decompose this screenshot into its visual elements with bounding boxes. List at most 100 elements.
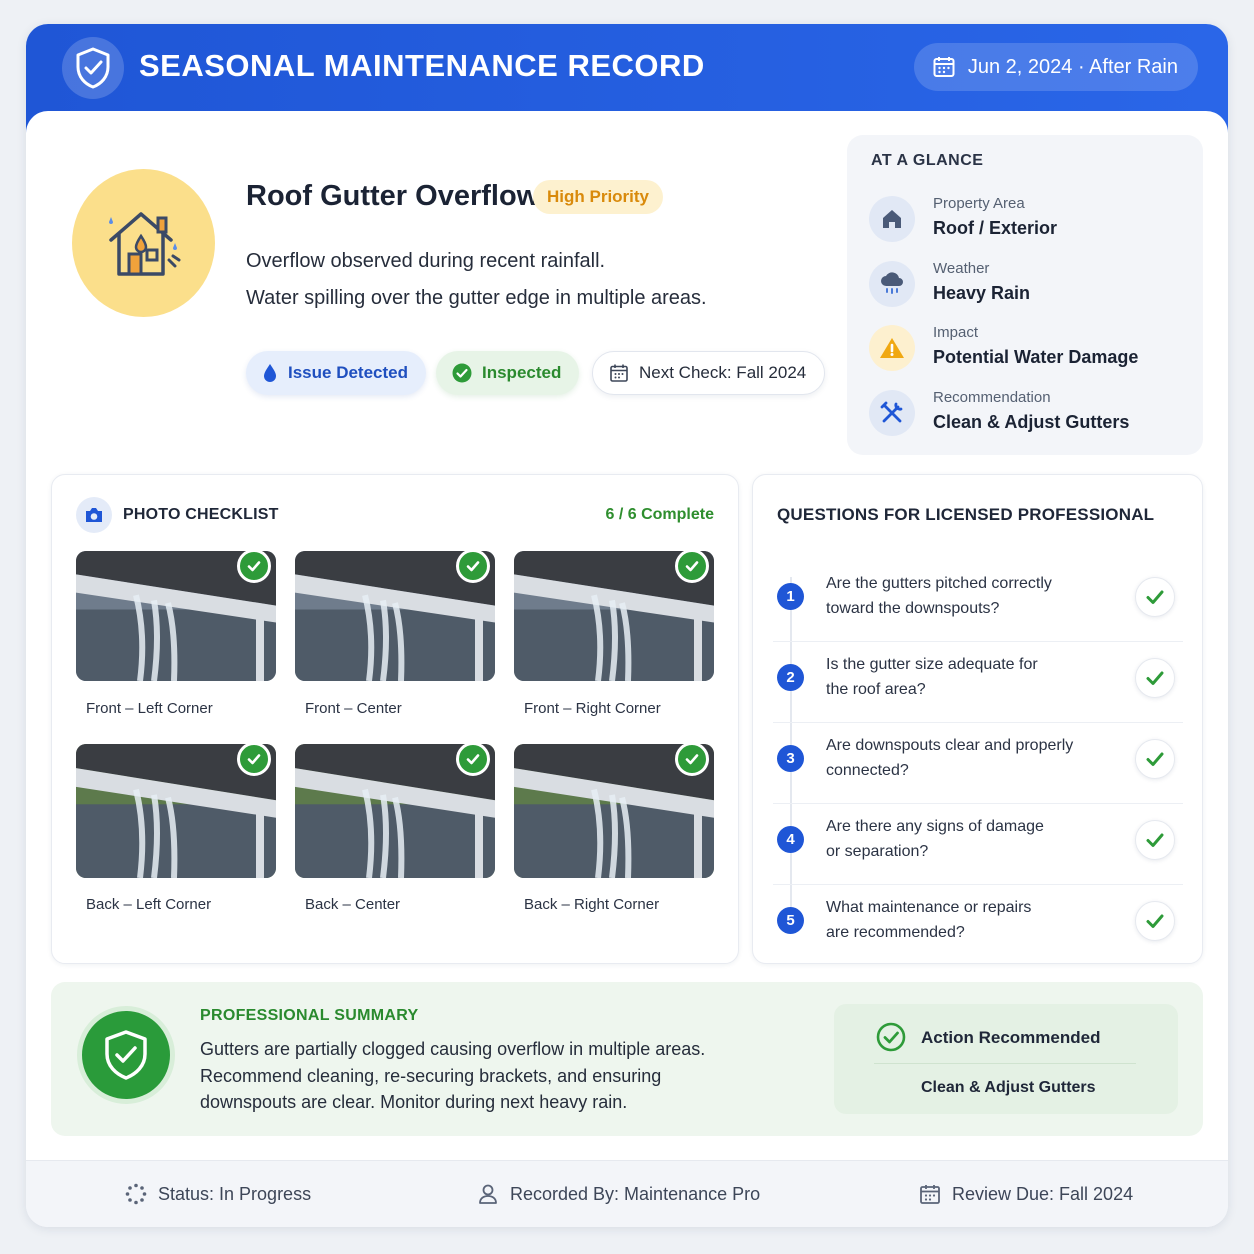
question-check-toggle[interactable] <box>1135 820 1175 860</box>
issue-title: Roof Gutter Overflow <box>246 180 540 212</box>
question-text: Is the gutter size adequate for the roof … <box>826 652 1096 702</box>
camera-icon <box>76 497 112 533</box>
question-check-toggle[interactable] <box>1135 658 1175 698</box>
question-line: toward the downspouts? <box>826 600 1000 617</box>
questions-panel: QUESTIONS FOR LICENSED PROFESSIONAL 1 Are… <box>752 474 1203 964</box>
check-icon <box>1146 914 1164 928</box>
question-number: 5 <box>777 907 804 934</box>
divider <box>874 1063 1136 1064</box>
photo-caption: Back – Left Corner <box>86 896 212 913</box>
glance-value: Clean & Adjust Gutters <box>933 412 1130 432</box>
warning-icon <box>869 325 915 371</box>
summary-line: downspouts are clear. Monitor during nex… <box>200 1092 628 1112</box>
glance-item-weather: Weather Heavy Rain <box>869 256 1189 312</box>
question-line: connected? <box>826 762 909 779</box>
calendar-icon <box>610 364 628 382</box>
glance-value: Heavy Rain <box>933 283 1031 303</box>
question-line: Are downspouts clear and properly <box>826 737 1074 754</box>
question-item: 5 What maintenance or repairs are recommen… <box>773 885 1183 966</box>
glance-value: Roof / Exterior <box>933 218 1058 238</box>
glance-value: Potential Water Damage <box>933 347 1139 367</box>
photo-checked-icon <box>675 742 709 776</box>
question-item: 2 Is the gutter size adequate for the roof… <box>773 642 1183 723</box>
status-text: Status: In Progress <box>158 1183 312 1204</box>
photo-caption: Front – Right Corner <box>524 700 661 717</box>
question-number: 2 <box>777 664 804 691</box>
glance-item-recommendation: Recommendation Clean & Adjust Gutters <box>869 385 1189 441</box>
photo-checked-icon <box>456 742 490 776</box>
photo-checklist-title: PHOTO CHECKLIST <box>123 506 279 523</box>
record-date-badge: Jun 2, 2024 · After Rain <box>913 43 1198 91</box>
question-check-toggle[interactable] <box>1135 577 1175 617</box>
footer-recorded-by: Recorded By: Maintenance Pro <box>477 1183 760 1205</box>
question-number: 1 <box>777 583 804 610</box>
question-text: Are downspouts clear and properly connect… <box>826 733 1096 783</box>
question-check-toggle[interactable] <box>1135 901 1175 941</box>
maintenance-record-card: SEASONAL MAINTENANCE RECORD Jun 2, 2024 … <box>26 24 1228 1227</box>
description-line: Overflow observed during recent rainfall… <box>246 250 606 272</box>
house-leak-icon <box>72 169 215 317</box>
question-text: What maintenance or repairs are recommend… <box>826 895 1096 945</box>
question-text: Are the gutters pitched correctly toward … <box>826 571 1096 621</box>
summary-title: PROFESSIONAL SUMMARY <box>200 1007 419 1024</box>
question-check-toggle[interactable] <box>1135 739 1175 779</box>
next-check-tag[interactable]: Next Check: Fall 2024 <box>592 351 826 395</box>
question-item: 4 Are there any signs of damage or separat… <box>773 804 1183 885</box>
priority-badge: High Priority <box>533 180 664 214</box>
glance-label: Property Area <box>933 195 1025 212</box>
check-icon <box>1146 671 1164 685</box>
issue-description: Overflow observed during recent rainfall… <box>246 243 707 317</box>
photo-caption: Back – Center <box>305 896 401 913</box>
question-line: are recommended? <box>826 924 965 941</box>
photo-checked-icon <box>237 549 271 583</box>
question-text: Are there any signs of damage or separati… <box>826 814 1096 864</box>
question-number: 4 <box>777 826 804 853</box>
inspected-label: Inspected <box>482 363 562 382</box>
shield-check-icon <box>77 1006 175 1104</box>
calendar-icon <box>920 1185 940 1204</box>
check-icon <box>1146 590 1164 604</box>
water-drop-icon <box>264 364 276 382</box>
summary-text: Gutters are partially clogged causing ov… <box>200 1036 740 1116</box>
glance-label: Recommendation <box>933 389 1051 406</box>
calendar-icon <box>933 57 955 77</box>
action-value: Clean & Adjust Gutters <box>921 1079 1096 1096</box>
question-line: Is the gutter size adequate for <box>826 656 1038 673</box>
page-title: SEASONAL MAINTENANCE RECORD <box>139 48 705 83</box>
photo-caption: Front – Left Corner <box>86 700 213 717</box>
check-circle-icon <box>452 363 472 383</box>
photo-checklist-panel: PHOTO CHECKLIST 6 / 6 Complete Front – L… <box>51 474 739 964</box>
glance-title: AT A GLANCE <box>871 152 984 169</box>
action-title: Action Recommended <box>921 1028 1101 1047</box>
question-line: or separation? <box>826 843 929 860</box>
question-item: 1 Are the gutters pitched correctly toward… <box>773 561 1183 642</box>
question-line: Are there any signs of damage <box>826 818 1044 835</box>
photo-caption: Back – Right Corner <box>524 896 660 913</box>
photo-checked-icon <box>675 549 709 583</box>
user-icon <box>479 1184 497 1204</box>
check-icon <box>1146 752 1164 766</box>
recorded-by-text: Recorded By: Maintenance Pro <box>510 1183 761 1204</box>
glance-item-impact: Impact Potential Water Damage <box>869 320 1189 376</box>
photo-caption: Front – Center <box>305 700 402 717</box>
rain-cloud-icon <box>869 261 915 307</box>
house-icon <box>869 196 915 242</box>
tools-icon <box>869 390 915 436</box>
check-icon <box>1146 833 1164 847</box>
record-date: Jun 2, 2024 · After Rain <box>967 55 1178 78</box>
issue-detected-tag[interactable]: Issue Detected <box>246 351 426 395</box>
footer-bar: Status: In Progress Recorded By: Mainten… <box>26 1160 1228 1227</box>
check-circle-icon <box>876 1022 906 1052</box>
photo-progress: 6 / 6 Complete <box>605 506 714 523</box>
review-due-text: Review Due: Fall 2024 <box>952 1183 1134 1204</box>
inspected-tag[interactable]: Inspected <box>436 351 580 395</box>
summary-line: Gutters are partially clogged causing ov… <box>200 1039 706 1059</box>
summary-line: Recommend cleaning, re-securing brackets… <box>200 1065 662 1086</box>
question-item: 3 Are downspouts clear and properly connec… <box>773 723 1183 804</box>
question-line: Are the gutters pitched correctly <box>826 575 1052 592</box>
shield-check-icon <box>62 37 124 99</box>
footer-review-due: Review Due: Fall 2024 <box>919 1183 1133 1205</box>
question-line: the roof area? <box>826 681 926 698</box>
professional-summary: PROFESSIONAL SUMMARY Gutters are partial… <box>51 982 1203 1136</box>
description-line: Water spilling over the gutter edge in m… <box>246 287 707 309</box>
